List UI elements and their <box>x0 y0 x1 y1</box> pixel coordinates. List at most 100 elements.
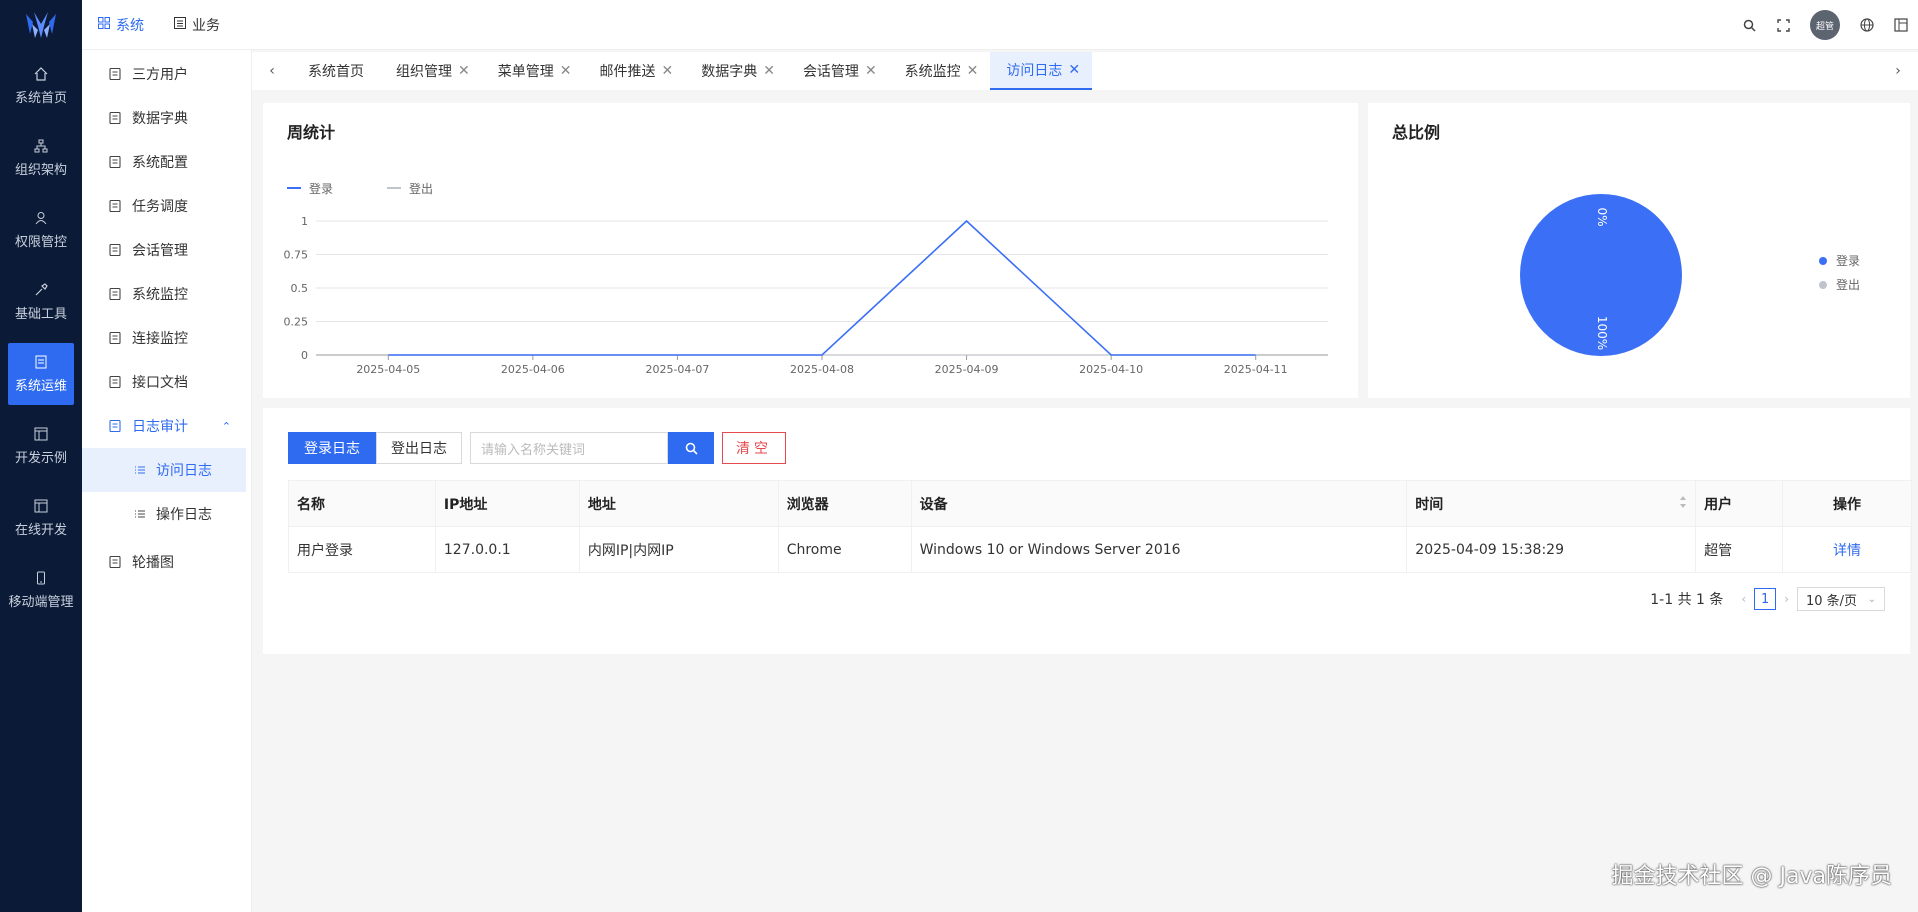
header-tab-label: 业务 <box>192 17 220 34</box>
page-size-value: 10 条/页 <box>1806 593 1858 609</box>
tab-label: 数据字典 <box>701 64 758 80</box>
sidebar-item-label: 轮播图 <box>132 555 174 571</box>
close-icon[interactable]: ✕ <box>458 63 470 79</box>
clock-icon <box>108 199 122 213</box>
x-tick-label: 2025-04-05 <box>356 363 420 376</box>
sidebar-item-2[interactable]: 数据字典 <box>82 96 251 140</box>
column-action: 操作 <box>1782 480 1912 527</box>
monitor-icon <box>108 287 122 301</box>
globe-icon[interactable] <box>1850 18 1884 32</box>
page-number-button[interactable]: 1 <box>1754 588 1777 610</box>
legend-label: 登录 <box>309 181 333 196</box>
prev-page-icon[interactable]: ‹ <box>1741 592 1746 606</box>
tab-label: 邮件推送 <box>599 64 656 80</box>
tab-8[interactable]: 访问日志 ✕ <box>990 52 1093 90</box>
rail-item-3[interactable]: 权限管控 <box>0 194 82 266</box>
sidebar-item-3[interactable]: 系统配置 <box>82 140 251 184</box>
sidebar-item-label: 访问日志 <box>156 463 212 479</box>
sidebar-item-1[interactable]: 三方用户 <box>82 52 251 96</box>
tab-2[interactable]: 组织管理 ✕ <box>380 52 482 90</box>
online-dev-icon <box>34 499 48 513</box>
ops-icon <box>34 355 48 369</box>
rail-item-label: 系统首页 <box>14 90 67 106</box>
detail-link[interactable]: 详情 <box>1782 526 1912 573</box>
login-log-button[interactable]: 登录日志 <box>288 432 376 464</box>
tab-6[interactable]: 会话管理 ✕ <box>787 52 889 90</box>
page-size-select[interactable]: 10 条/页 ⌄ <box>1797 587 1885 611</box>
column-time[interactable]: 时间 <box>1406 480 1697 527</box>
mobile-icon <box>34 571 48 585</box>
rail-item-6[interactable]: 开发示例 <box>0 410 82 482</box>
next-page-icon[interactable]: › <box>1784 592 1789 606</box>
search-icon[interactable] <box>1732 19 1766 32</box>
tool-icon <box>34 282 48 297</box>
third-party-user-icon <box>108 67 122 81</box>
tab-7[interactable]: 系统监控 ✕ <box>889 52 991 90</box>
close-icon[interactable]: ✕ <box>560 63 572 79</box>
sidebar-item-label: 会话管理 <box>132 243 188 259</box>
sidebar-item-4[interactable]: 任务调度 <box>82 184 251 228</box>
ratio-pie-chart: 0% 100% 登录登出 <box>1520 194 1860 356</box>
search-icon <box>685 442 698 455</box>
close-icon[interactable]: ✕ <box>1068 62 1080 78</box>
search-button[interactable] <box>668 432 714 464</box>
close-icon[interactable]: ✕ <box>967 63 979 79</box>
x-tick-label: 2025-04-11 <box>1224 363 1288 376</box>
sidebar-item-10[interactable]: 访问日志 <box>82 448 246 492</box>
y-tick-label: 0.5 <box>291 282 309 295</box>
rail-item-1[interactable]: 系统首页 <box>0 50 82 122</box>
sidebar-item-11[interactable]: 操作日志 <box>82 492 251 536</box>
tab-label: 系统首页 <box>308 64 364 80</box>
table-row: 用户登录 127.0.0.1 内网IP|内网IP Chrome Windows … <box>288 526 1912 573</box>
tab-3[interactable]: 菜单管理 ✕ <box>482 52 584 90</box>
header-tab-business[interactable]: 业务 <box>174 15 220 35</box>
clear-button[interactable]: 清空 <box>722 432 786 464</box>
chevron-left-icon[interactable]: ‹ <box>252 63 292 79</box>
rail-item-8[interactable]: 移动端管理 <box>0 554 82 626</box>
rail-item-4[interactable]: 基础工具 <box>0 266 82 338</box>
layout-icon[interactable] <box>1884 18 1918 32</box>
sidebar-item-7[interactable]: 连接监控 <box>82 316 251 360</box>
sidebar-item-5[interactable]: 会话管理 <box>82 228 251 272</box>
session-icon <box>108 243 122 257</box>
sidebar-item-12[interactable]: 轮播图 <box>82 540 251 584</box>
cell-device: Windows 10 or Windows Server 2016 <box>910 526 1408 573</box>
close-icon[interactable]: ✕ <box>865 63 877 79</box>
cell-browser: Chrome <box>777 526 912 573</box>
tab-1[interactable]: 系统首页 <box>292 52 380 90</box>
rail-item-label: 基础工具 <box>14 306 67 322</box>
y-tick-label: 1 <box>301 215 308 228</box>
app-logo[interactable] <box>0 0 82 50</box>
sort-icon[interactable] <box>1679 495 1687 513</box>
close-icon[interactable]: ✕ <box>763 63 775 79</box>
legend-label: 登出 <box>1836 277 1860 292</box>
rail-item-2[interactable]: 组织架构 <box>0 122 82 194</box>
rail-item-5[interactable]: 系统运维 <box>8 343 74 405</box>
search-input[interactable]: 请输入名称关键词 <box>470 432 668 464</box>
avatar[interactable]: 超管 <box>1810 10 1840 40</box>
pagination-summary: 1-1 共 1 条 <box>1650 592 1724 608</box>
chevron-up-icon[interactable]: ⌃ <box>222 420 231 433</box>
column-address: 地址 <box>578 480 779 527</box>
close-icon[interactable]: ✕ <box>661 63 673 79</box>
column-ip: IP地址 <box>434 480 580 527</box>
sidebar-item-label: 日志审计 <box>132 419 188 435</box>
fullscreen-icon[interactable] <box>1766 18 1800 32</box>
rail-item-7[interactable]: 在线开发 <box>0 482 82 554</box>
pie-label: 0% <box>1595 207 1609 226</box>
sidebar-item-label: 连接监控 <box>132 331 188 347</box>
sidebar-item-6[interactable]: 系统监控 <box>82 272 251 316</box>
sidebar-item-9[interactable]: 日志审计 ⌃ <box>82 404 251 448</box>
header-tab-system[interactable]: 系统 <box>98 15 144 35</box>
tab-5[interactable]: 数据字典 ✕ <box>685 52 787 90</box>
home-icon <box>34 66 48 81</box>
tab-4[interactable]: 邮件推送 ✕ <box>583 52 685 90</box>
cell-time: 2025-04-09 15:38:29 <box>1406 526 1697 573</box>
sidebar-item-label: 接口文档 <box>132 375 188 391</box>
sidebar-item-8[interactable]: 接口文档 <box>82 360 251 404</box>
rail-item-label: 权限管控 <box>14 234 67 250</box>
pagination: 1-1 共 1 条 ‹ 1 › 10 条/页 ⌄ <box>1650 587 1885 611</box>
logout-log-button[interactable]: 登出日志 <box>376 432 462 464</box>
chevron-right-icon[interactable]: › <box>1878 63 1918 79</box>
sidebar-item-label: 三方用户 <box>132 67 188 83</box>
